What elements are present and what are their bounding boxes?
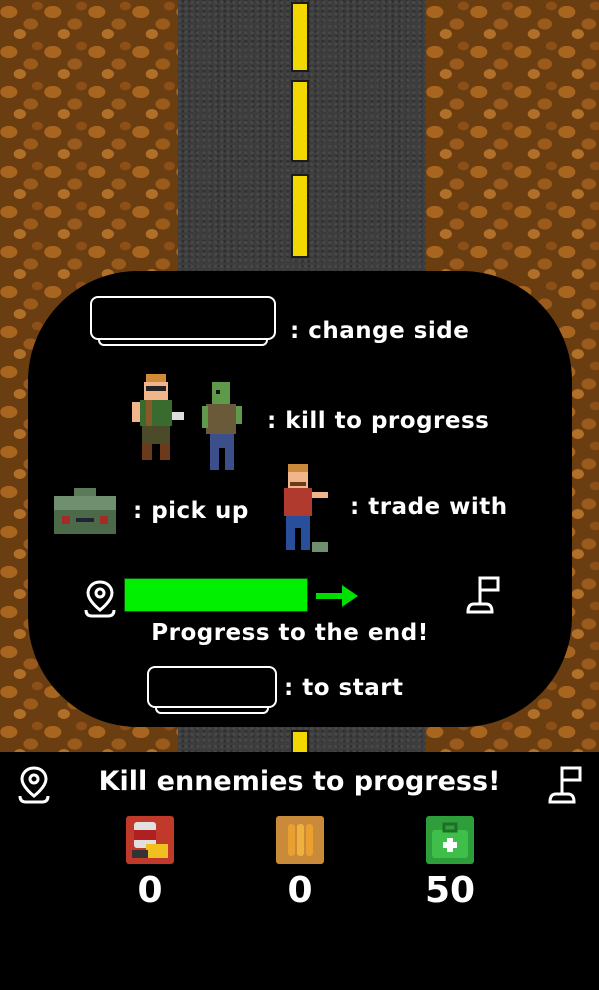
road-line — [291, 80, 309, 162]
tap-area-icon — [90, 296, 276, 346]
health-counter: 50 — [424, 870, 476, 911]
bullets-icon — [276, 816, 324, 864]
ammo-counter: 0 — [287, 870, 313, 911]
supply-crate-icon — [54, 488, 116, 534]
food-counter: 0 — [137, 870, 163, 911]
zombie-enemy-icon — [202, 382, 242, 470]
survivor-player-icon — [132, 374, 184, 460]
hud-message: Kill ennemies to progress! — [98, 766, 501, 797]
medkit-icon — [426, 816, 474, 864]
tap-area-icon — [147, 666, 277, 714]
road-line — [291, 174, 309, 258]
kill-to-progress-label: : kill to progress — [267, 408, 490, 434]
progress-caption: Progress to the end! — [151, 620, 429, 646]
arrow-right-icon — [316, 585, 358, 607]
location-pin-icon — [84, 580, 116, 618]
to-start-label: : to start — [284, 675, 404, 701]
finish-flag-icon — [466, 576, 500, 614]
finish-flag-icon — [548, 766, 582, 804]
road-line — [291, 730, 309, 752]
road-line — [291, 2, 309, 72]
progress-bar — [124, 578, 308, 612]
canned-food-icon — [126, 816, 174, 864]
trade-with-label: : trade with — [350, 494, 508, 520]
trader-npc-icon — [284, 464, 328, 552]
pick-up-label: : pick up — [133, 498, 249, 524]
change-side-label: : change side — [290, 318, 470, 344]
